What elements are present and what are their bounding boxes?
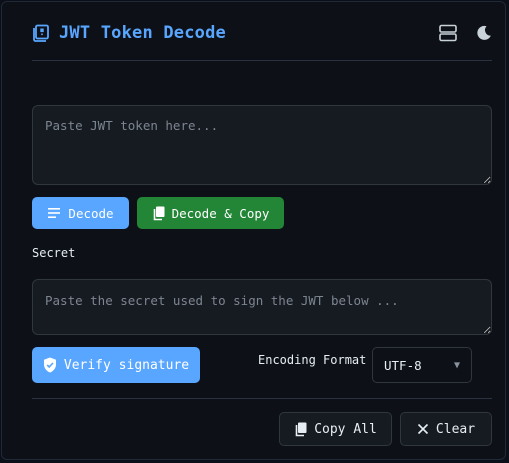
decode-button[interactable]: Decode [32, 197, 129, 229]
close-icon [417, 423, 428, 435]
copy-all-label: Copy All [314, 421, 377, 437]
chevron-down-icon: ▼ [453, 359, 460, 371]
copy-icon [153, 206, 165, 220]
encoding-format-select[interactable]: UTF-8 ▼ [372, 347, 472, 383]
shield-check-icon [43, 357, 56, 373]
copy-icon [295, 422, 307, 436]
page-title: JWT Token Decode [59, 23, 226, 43]
decode-copy-button[interactable]: Decode & Copy [137, 197, 284, 229]
footer-divider [32, 398, 492, 399]
header: JWT Token Decode [32, 20, 492, 46]
theme-toggle-button[interactable] [476, 25, 492, 41]
secret-input[interactable] [32, 279, 492, 335]
decode-copy-button-label: Decode & Copy [171, 205, 270, 221]
lines-icon [48, 208, 61, 218]
layout-toggle-button[interactable] [438, 23, 458, 43]
decode-button-label: Decode [68, 205, 114, 221]
encoding-format-label: Encoding Format [258, 353, 367, 367]
verify-signature-label: Verify signature [63, 357, 190, 373]
verify-signature-button[interactable]: Verify signature [32, 347, 200, 383]
jwt-token-input[interactable] [32, 105, 492, 185]
copy-all-button[interactable]: Copy All [279, 412, 392, 446]
moon-icon [477, 25, 491, 40]
layout-rows-icon [439, 24, 457, 42]
secret-label: Secret [32, 246, 76, 260]
book-icon [32, 24, 50, 42]
clear-button[interactable]: Clear [400, 412, 492, 446]
clear-label: Clear [435, 421, 476, 437]
decoder-panel [1, 1, 506, 460]
header-divider [32, 60, 492, 61]
encoding-selected-value: UTF-8 [384, 357, 422, 373]
